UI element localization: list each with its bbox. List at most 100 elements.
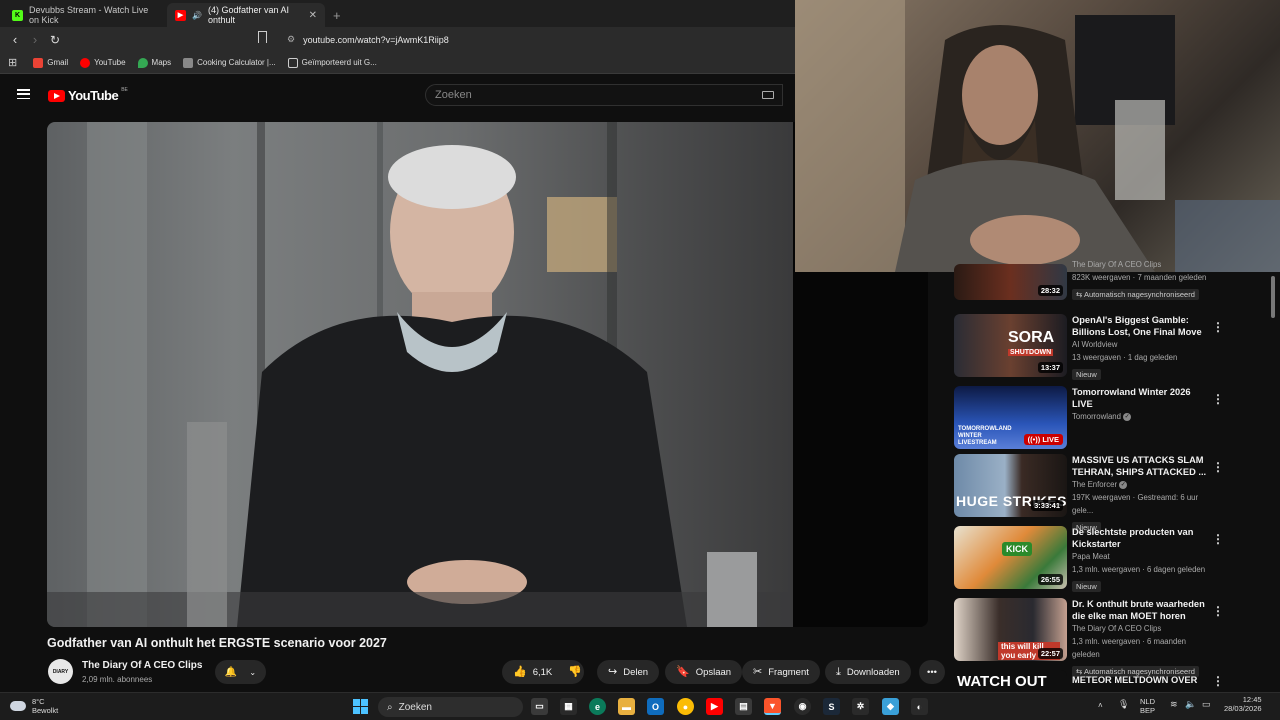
brave-icon[interactable]: ▼ (764, 698, 781, 715)
video-title[interactable]: De slechtste producten van Kickstarter (1072, 526, 1212, 550)
notification-button[interactable]: 🔔 ⌄ (215, 660, 266, 684)
mic-icon[interactable]: 🎙 (1118, 700, 1129, 709)
channel-name[interactable]: The Diary Of A CEO Clips (1072, 622, 1212, 635)
share-button[interactable]: ↪ Delen (597, 660, 660, 684)
like-count[interactable]: 6,1K (533, 667, 553, 678)
recommendation-item[interactable]: KICK 26:55 De slechtste producten van Ki… (954, 526, 1224, 592)
recommendation-item[interactable]: this will kill you early 22:57 Dr. K ont… (954, 598, 1224, 677)
youtube-app-icon[interactable]: ▶ (706, 698, 723, 715)
reload-icon[interactable]: ↻ (45, 33, 65, 47)
channel-name[interactable]: Papa Meat (1072, 550, 1212, 563)
bookmark-label: Geïmporteerd uit G... (301, 58, 377, 67)
clip-button[interactable]: ✂ Fragment (742, 660, 820, 684)
channel-avatar[interactable]: DIARY (48, 659, 73, 684)
language-indicator[interactable]: NLD BEP (1140, 697, 1155, 715)
video-title[interactable]: Dr. K onthult brute waarheden die elke m… (1072, 598, 1212, 622)
edge-icon[interactable]: e (589, 698, 606, 715)
tab-youtube-video[interactable]: ▶ 🔊 (4) Godfather van AI onthult ✕ (167, 3, 325, 27)
scissors-icon: ✂ (753, 665, 763, 678)
sidebar-scrollbar[interactable] (1270, 272, 1276, 692)
video-thumbnail[interactable]: TOMORROWLAND WINTER LIVESTREAM ((•)) LIV… (954, 386, 1067, 449)
recommendation-item[interactable]: SORA SHUTDOWN 13:37 OpenAI's Biggest Gam… (954, 314, 1224, 380)
site-info-icon[interactable]: ⚙ (287, 34, 295, 45)
speaker-icon[interactable]: 🔊 (192, 11, 202, 20)
bookmark-youtube[interactable]: YouTube (80, 57, 126, 68)
video-title[interactable]: Tomorrowland Winter 2026 LIVE (1072, 386, 1212, 410)
channel-name[interactable]: The Diary Of A CEO Clips (82, 660, 202, 671)
youtube-logo[interactable]: YouTube BE (48, 87, 128, 103)
app-icon[interactable]: ◆ (882, 698, 899, 715)
channel-name[interactable]: The Enforcer (1072, 480, 1117, 489)
taskbar-search[interactable]: ⌕ Zoeken (378, 697, 523, 717)
wifi-icon[interactable]: ≋ (1170, 700, 1178, 709)
video-thumbnail[interactable]: KICK 26:55 (954, 526, 1067, 589)
scrollbar-thumb[interactable] (1271, 276, 1275, 318)
bookmark-icon[interactable] (258, 31, 267, 43)
volume-icon[interactable]: 🔈 (1185, 700, 1196, 709)
new-tab-button[interactable]: + (325, 3, 349, 27)
search-input[interactable]: Zoeken (425, 84, 783, 106)
browser-tab-bar: K Devubbs Stream - Watch Live on Kick ▶ … (0, 0, 795, 27)
xbox-icon[interactable]: ✲ (852, 698, 869, 715)
video-player[interactable] (47, 122, 793, 627)
recommendation-item[interactable]: TOMORROWLAND WINTER LIVESTREAM ((•)) LIV… (954, 386, 1224, 450)
more-vertical-icon[interactable]: ⋮ (1212, 320, 1224, 334)
bookmark-imported-folder[interactable]: Geïmporteerd uit G... (287, 57, 377, 68)
obs-icon[interactable]: ◐ (911, 698, 928, 715)
apps-grid-icon[interactable]: ⊞ (8, 56, 17, 69)
more-vertical-icon[interactable]: ⋮ (1212, 532, 1224, 546)
channel-name[interactable]: Tomorrowland (1072, 412, 1121, 421)
download-button[interactable]: ⤓ Downloaden (825, 660, 911, 684)
video-thumbnail[interactable]: this will kill you early 22:57 (954, 598, 1067, 661)
clock[interactable]: 12:45 28/03/2026 (1224, 695, 1262, 713)
calculator-icon[interactable]: ▤ (735, 698, 752, 715)
clock-date: 28/03/2026 (1224, 704, 1262, 713)
dislike-icon[interactable]: 👎 (568, 666, 582, 678)
tab-kick-stream[interactable]: K Devubbs Stream - Watch Live on Kick (4, 3, 167, 27)
back-icon[interactable]: ‹ (5, 32, 25, 47)
file-explorer-icon[interactable]: ▬ (618, 698, 635, 715)
more-vertical-icon[interactable]: ⋮ (1212, 392, 1224, 406)
share-icon: ↪ (608, 665, 618, 678)
like-dislike-group: 👍 6,1K 👎 (502, 660, 584, 684)
video-title[interactable]: MASSIVE US ATTACKS SLAM TEHRAN, SHIPS AT… (1072, 454, 1212, 478)
recommendation-item[interactable]: HUGE STRIKES 3:33:41 MASSIVE US ATTACKS … (954, 454, 1224, 533)
like-icon[interactable]: 👍 (513, 666, 527, 678)
more-vertical-icon[interactable]: ⋮ (1212, 460, 1224, 474)
windows-start-icon[interactable] (352, 698, 369, 715)
chrome-icon[interactable]: ● (677, 698, 694, 715)
recommendation-item[interactable]: WATCH OUT METEOR MELTDOWN OVER ⋮ (954, 670, 1224, 692)
bookmark-label: Maps (151, 58, 172, 67)
more-actions-button[interactable]: ••• (919, 660, 945, 684)
task-view-icon[interactable]: ▭ (531, 698, 548, 715)
save-button[interactable]: 🔖 Opslaan (665, 660, 743, 684)
menu-icon[interactable] (17, 89, 30, 99)
video-title[interactable]: METEOR MELTDOWN OVER (1072, 674, 1212, 686)
forward-icon[interactable]: › (25, 32, 45, 47)
subscriber-count: 2,09 mln. abonnees (82, 675, 153, 684)
bookmark-gmail[interactable]: Gmail (33, 57, 69, 68)
battery-icon[interactable]: ▭ (1202, 700, 1211, 709)
steam-icon[interactable]: S (823, 698, 840, 715)
video-thumbnail[interactable]: 28:32 (954, 264, 1067, 300)
video-thumbnail[interactable]: WATCH OUT (954, 670, 1067, 692)
video-title[interactable]: OpenAI's Biggest Gamble: Billions Lost, … (1072, 314, 1212, 338)
bookmark-maps[interactable]: Maps (137, 57, 172, 68)
widgets-icon[interactable]: ▦ (560, 698, 577, 715)
video-thumbnail[interactable]: SORA SHUTDOWN 13:37 (954, 314, 1067, 377)
more-vertical-icon[interactable]: ⋮ (1212, 674, 1224, 688)
github-icon[interactable]: ◉ (794, 698, 811, 715)
video-title: Godfather van AI onthult het ERGSTE scen… (47, 636, 387, 650)
thumbnail-text: KICK (1002, 542, 1032, 556)
address-bar[interactable]: ⚙ youtube.com/watch?v=jAwmK1Riip8 (287, 29, 449, 50)
close-tab-icon[interactable]: ✕ (309, 10, 317, 21)
chevron-up-icon[interactable]: ˄ (1098, 701, 1103, 710)
more-vertical-icon[interactable]: ⋮ (1212, 604, 1224, 618)
keyboard-icon[interactable] (762, 91, 774, 99)
weather-widget[interactable]: 8°C Bewolkt (10, 697, 58, 715)
bookmark-cooking-calculator[interactable]: Cooking Calculator |... (183, 57, 276, 68)
channel-name[interactable]: AI Worldview (1072, 338, 1212, 351)
bookmark-label: Gmail (47, 58, 69, 67)
outlook-icon[interactable]: O (647, 698, 664, 715)
video-thumbnail[interactable]: HUGE STRIKES 3:33:41 (954, 454, 1067, 517)
